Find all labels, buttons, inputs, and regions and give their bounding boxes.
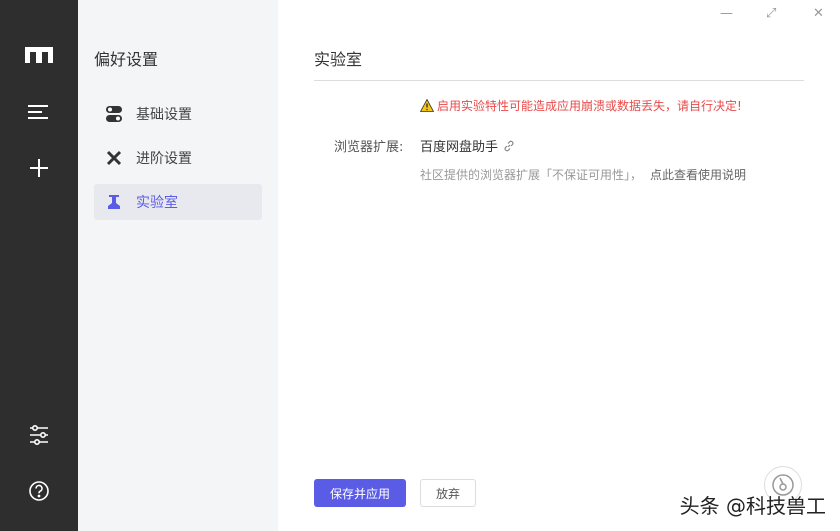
sidebar-title: 偏好设置 [94,50,159,69]
menu-icon[interactable] [24,97,54,127]
extension-label: 浏览器扩展: [334,140,404,155]
minimize-button[interactable]: — [720,6,733,21]
watermark: 头条 @科技兽工 [679,494,826,518]
warning-icon [420,99,434,112]
hint-text: 社区提供的浏览器扩展「不保证可用性」， [420,168,643,182]
divider [314,80,804,81]
app-rail [0,0,78,531]
maximize-button[interactable]: ⤢ [766,6,776,21]
save-apply-button[interactable]: 保存并应用 [314,479,406,507]
preferences-sidebar: 偏好设置 基础设置 进阶设置 实验室 [78,0,278,531]
sidebar-item-label: 实验室 [136,195,178,211]
warning-message: 启用实验特性可能造成应用崩溃或数据丢失，请自行决定! [420,97,742,114]
link-icon[interactable] [503,140,515,152]
help-icon[interactable] [24,476,54,506]
toggle-icon [106,106,122,122]
tools-icon [106,150,122,166]
extension-name: 百度网盘助手 [420,140,499,155]
warning-text: 启用实验特性可能造成应用崩溃或数据丢失，请自行决定! [437,99,742,113]
extension-hint: 社区提供的浏览器扩展「不保证可用性」， 点此查看使用说明 [420,166,746,183]
lab-panel: — ⤢ ✕ 实验室 启用实验特性可能造成应用崩溃或数据丢失，请自行决定! 浏览器… [278,0,840,531]
sidebar-item-label: 进阶设置 [136,151,192,167]
sidebar-item-label: 基础设置 [136,107,192,123]
page-title: 实验室 [314,50,363,69]
extension-value[interactable]: 百度网盘助手 [420,136,515,155]
settings-sliders-icon[interactable] [24,420,54,450]
close-button[interactable]: ✕ [813,6,824,21]
add-icon[interactable] [24,153,54,183]
sidebar-item-basic[interactable]: 基础设置 [94,96,262,132]
logo-icon [24,40,54,70]
flask-icon [108,195,120,209]
discard-button[interactable]: 放弃 [420,479,476,507]
usage-link[interactable]: 点此查看使用说明 [650,168,746,182]
sidebar-item-lab[interactable]: 实验室 [94,184,262,220]
sidebar-item-advanced[interactable]: 进阶设置 [94,140,262,176]
